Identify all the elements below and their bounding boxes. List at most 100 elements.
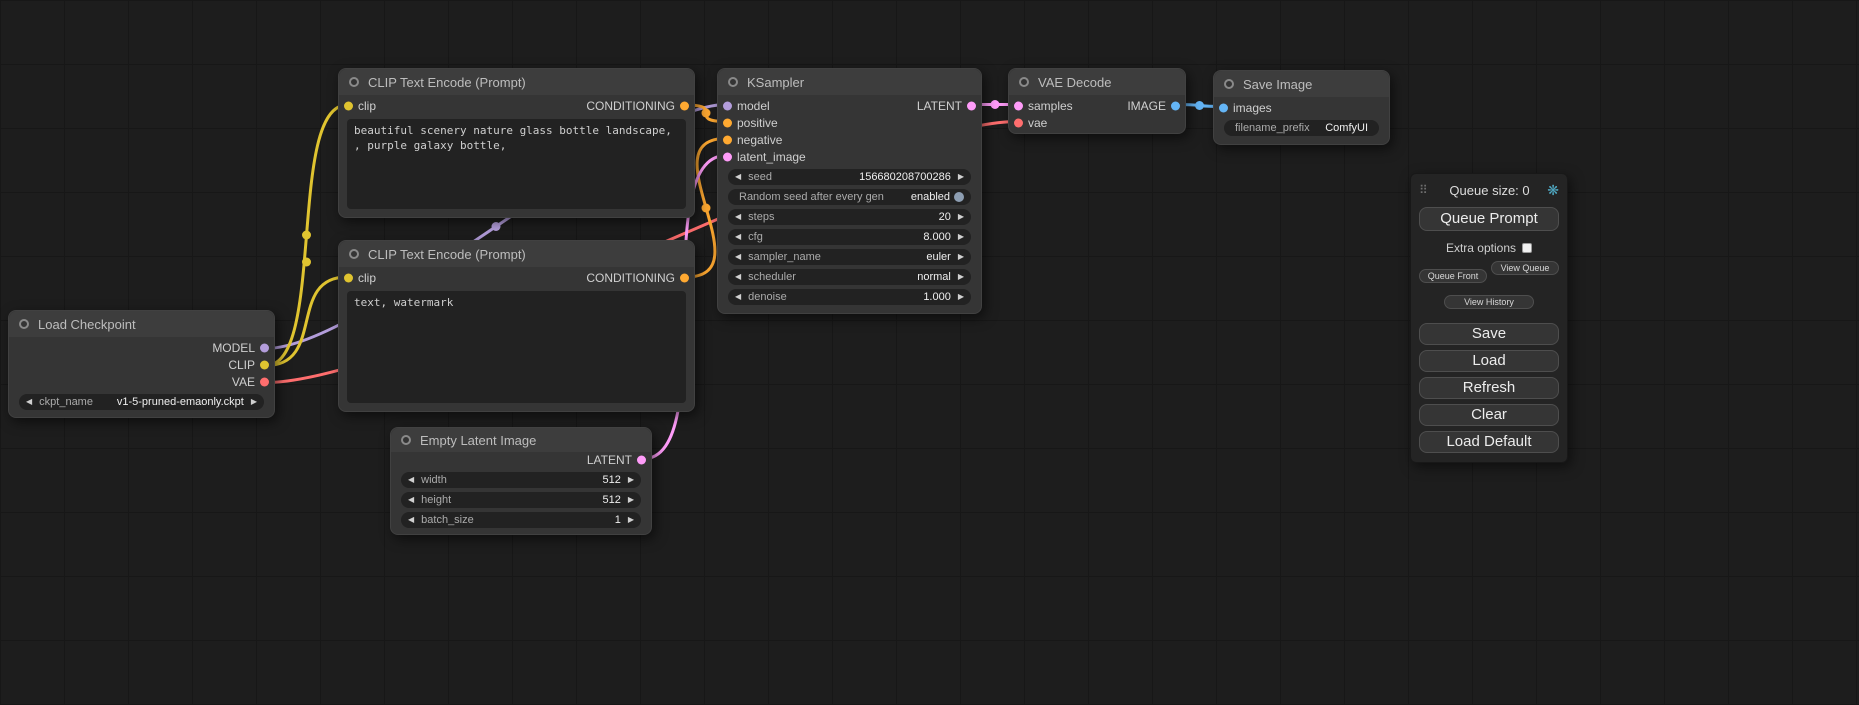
io-row: clip CONDITIONING: [339, 95, 694, 117]
input-slot-clip[interactable]: [344, 102, 353, 111]
widget-label: cfg: [748, 231, 763, 243]
output-slot-conditioning[interactable]: [680, 274, 689, 283]
output-slot-clip[interactable]: [260, 360, 269, 369]
input-slot-images[interactable]: [1219, 103, 1228, 112]
load-default-button[interactable]: Load Default: [1419, 431, 1559, 453]
link-midpoint-dot: [702, 204, 711, 213]
extra-options-checkbox[interactable]: [1522, 243, 1532, 253]
increment-arrow-icon[interactable]: ▶: [958, 213, 964, 221]
input-slot-model[interactable]: [723, 101, 732, 110]
settings-gear-icon[interactable]: ❋: [1547, 182, 1559, 199]
steps-widget[interactable]: ◀ steps 20 ▶: [728, 209, 971, 225]
node-title: Load Checkpoint: [38, 317, 136, 332]
output-slot-model[interactable]: [260, 343, 269, 352]
node-load-checkpoint[interactable]: Load Checkpoint MODEL CLIP VAE ◀ ckpt_na…: [8, 310, 275, 418]
filename-prefix-widget[interactable]: filename_prefix ComfyUI: [1224, 120, 1379, 136]
positive-prompt-textarea[interactable]: beautiful scenery nature glass bottle la…: [347, 119, 686, 209]
node-title: KSampler: [747, 75, 804, 90]
collapse-dot-icon[interactable]: [1224, 79, 1234, 89]
increment-arrow-icon[interactable]: ▶: [628, 496, 634, 504]
increment-arrow-icon[interactable]: ▶: [628, 516, 634, 524]
collapse-dot-icon[interactable]: [1019, 77, 1029, 87]
prev-value-arrow-icon[interactable]: ◀: [735, 273, 741, 281]
input-slot-vae[interactable]: [1014, 118, 1023, 127]
denoise-widget[interactable]: ◀ denoise 1.000 ▶: [728, 289, 971, 305]
toggle-dot-icon[interactable]: [954, 192, 964, 202]
next-value-arrow-icon[interactable]: ▶: [251, 398, 257, 406]
drag-handle-icon[interactable]: ⠿: [1419, 183, 1428, 197]
node-ksampler[interactable]: KSampler model LATENT positive negative …: [717, 68, 982, 314]
node-header[interactable]: CLIP Text Encode (Prompt): [339, 69, 694, 95]
collapse-dot-icon[interactable]: [349, 249, 359, 259]
widget-label: filename_prefix: [1235, 122, 1310, 134]
widget-label: width: [421, 474, 447, 486]
output-slot-latent[interactable]: [637, 456, 646, 465]
width-widget[interactable]: ◀ width 512 ▶: [401, 472, 641, 488]
increment-arrow-icon[interactable]: ▶: [958, 173, 964, 181]
collapse-dot-icon[interactable]: [19, 319, 29, 329]
node-empty-latent-image[interactable]: Empty Latent Image LATENT ◀ width 512 ▶ …: [390, 427, 652, 535]
ckpt-name-widget[interactable]: ◀ ckpt_name v1-5-pruned-emaonly.ckpt ▶: [19, 394, 264, 410]
load-button[interactable]: Load: [1419, 350, 1559, 372]
input-slot-clip[interactable]: [344, 274, 353, 283]
node-graph-canvas[interactable]: Load Checkpoint MODEL CLIP VAE ◀ ckpt_na…: [0, 0, 1859, 705]
input-slot-latent-image[interactable]: [723, 152, 732, 161]
node-header[interactable]: KSampler: [718, 69, 981, 95]
input-slot-samples[interactable]: [1014, 101, 1023, 110]
output-slot-image[interactable]: [1171, 101, 1180, 110]
next-value-arrow-icon[interactable]: ▶: [958, 273, 964, 281]
clear-button[interactable]: Clear: [1419, 404, 1559, 426]
decrement-arrow-icon[interactable]: ◀: [735, 173, 741, 181]
view-queue-button[interactable]: View Queue: [1491, 261, 1559, 275]
next-value-arrow-icon[interactable]: ▶: [958, 253, 964, 261]
height-widget[interactable]: ◀ height 512 ▶: [401, 492, 641, 508]
input-slot-negative[interactable]: [723, 135, 732, 144]
queue-prompt-button[interactable]: Queue Prompt: [1419, 207, 1559, 231]
prev-value-arrow-icon[interactable]: ◀: [735, 253, 741, 261]
negative-prompt-textarea[interactable]: text, watermark: [347, 291, 686, 403]
node-header[interactable]: Load Checkpoint: [9, 311, 274, 337]
node-header[interactable]: CLIP Text Encode (Prompt): [339, 241, 694, 267]
node-title: Empty Latent Image: [420, 433, 536, 448]
random-seed-toggle-widget[interactable]: Random seed after every gen enabled: [728, 189, 971, 205]
decrement-arrow-icon[interactable]: ◀: [735, 293, 741, 301]
node-clip-text-encode-negative[interactable]: CLIP Text Encode (Prompt) clip CONDITION…: [338, 240, 695, 412]
cfg-widget[interactable]: ◀ cfg 8.000 ▶: [728, 229, 971, 245]
decrement-arrow-icon[interactable]: ◀: [735, 233, 741, 241]
decrement-arrow-icon[interactable]: ◀: [735, 213, 741, 221]
link-midpoint-dot: [702, 109, 711, 118]
collapse-dot-icon[interactable]: [728, 77, 738, 87]
node-header[interactable]: Empty Latent Image: [391, 428, 651, 452]
save-button[interactable]: Save: [1419, 323, 1559, 345]
decrement-arrow-icon[interactable]: ◀: [408, 476, 414, 484]
node-clip-text-encode-positive[interactable]: CLIP Text Encode (Prompt) clip CONDITION…: [338, 68, 695, 218]
output-slot-latent[interactable]: [967, 101, 976, 110]
input-label-model: model: [737, 99, 770, 113]
collapse-dot-icon[interactable]: [349, 77, 359, 87]
sampler-name-widget[interactable]: ◀ sampler_name euler ▶: [728, 249, 971, 265]
collapse-dot-icon[interactable]: [401, 435, 411, 445]
increment-arrow-icon[interactable]: ▶: [628, 476, 634, 484]
scheduler-widget[interactable]: ◀ scheduler normal ▶: [728, 269, 971, 285]
input-label-clip: clip: [358, 99, 376, 113]
decrement-arrow-icon[interactable]: ◀: [408, 516, 414, 524]
node-save-image[interactable]: Save Image images filename_prefix ComfyU…: [1213, 70, 1390, 145]
decrement-arrow-icon[interactable]: ◀: [408, 496, 414, 504]
prev-value-arrow-icon[interactable]: ◀: [26, 398, 32, 406]
input-slot-positive[interactable]: [723, 118, 732, 127]
refresh-button[interactable]: Refresh: [1419, 377, 1559, 399]
queue-front-button[interactable]: Queue Front: [1419, 269, 1487, 283]
increment-arrow-icon[interactable]: ▶: [958, 233, 964, 241]
increment-arrow-icon[interactable]: ▶: [958, 293, 964, 301]
output-slot-conditioning[interactable]: [680, 102, 689, 111]
input-row-latent-image: latent_image: [718, 148, 981, 165]
seed-widget[interactable]: ◀ seed 156680208700286 ▶: [728, 169, 971, 185]
batch-size-widget[interactable]: ◀ batch_size 1 ▶: [401, 512, 641, 528]
output-slot-vae[interactable]: [260, 377, 269, 386]
node-vae-decode[interactable]: VAE Decode samples IMAGE vae: [1008, 68, 1186, 134]
io-row: clip CONDITIONING: [339, 267, 694, 289]
view-history-button[interactable]: View History: [1444, 295, 1534, 309]
node-header[interactable]: VAE Decode: [1009, 69, 1185, 95]
queue-panel-header: ⠿ Queue size: 0 ❋: [1419, 181, 1559, 199]
node-header[interactable]: Save Image: [1214, 71, 1389, 97]
